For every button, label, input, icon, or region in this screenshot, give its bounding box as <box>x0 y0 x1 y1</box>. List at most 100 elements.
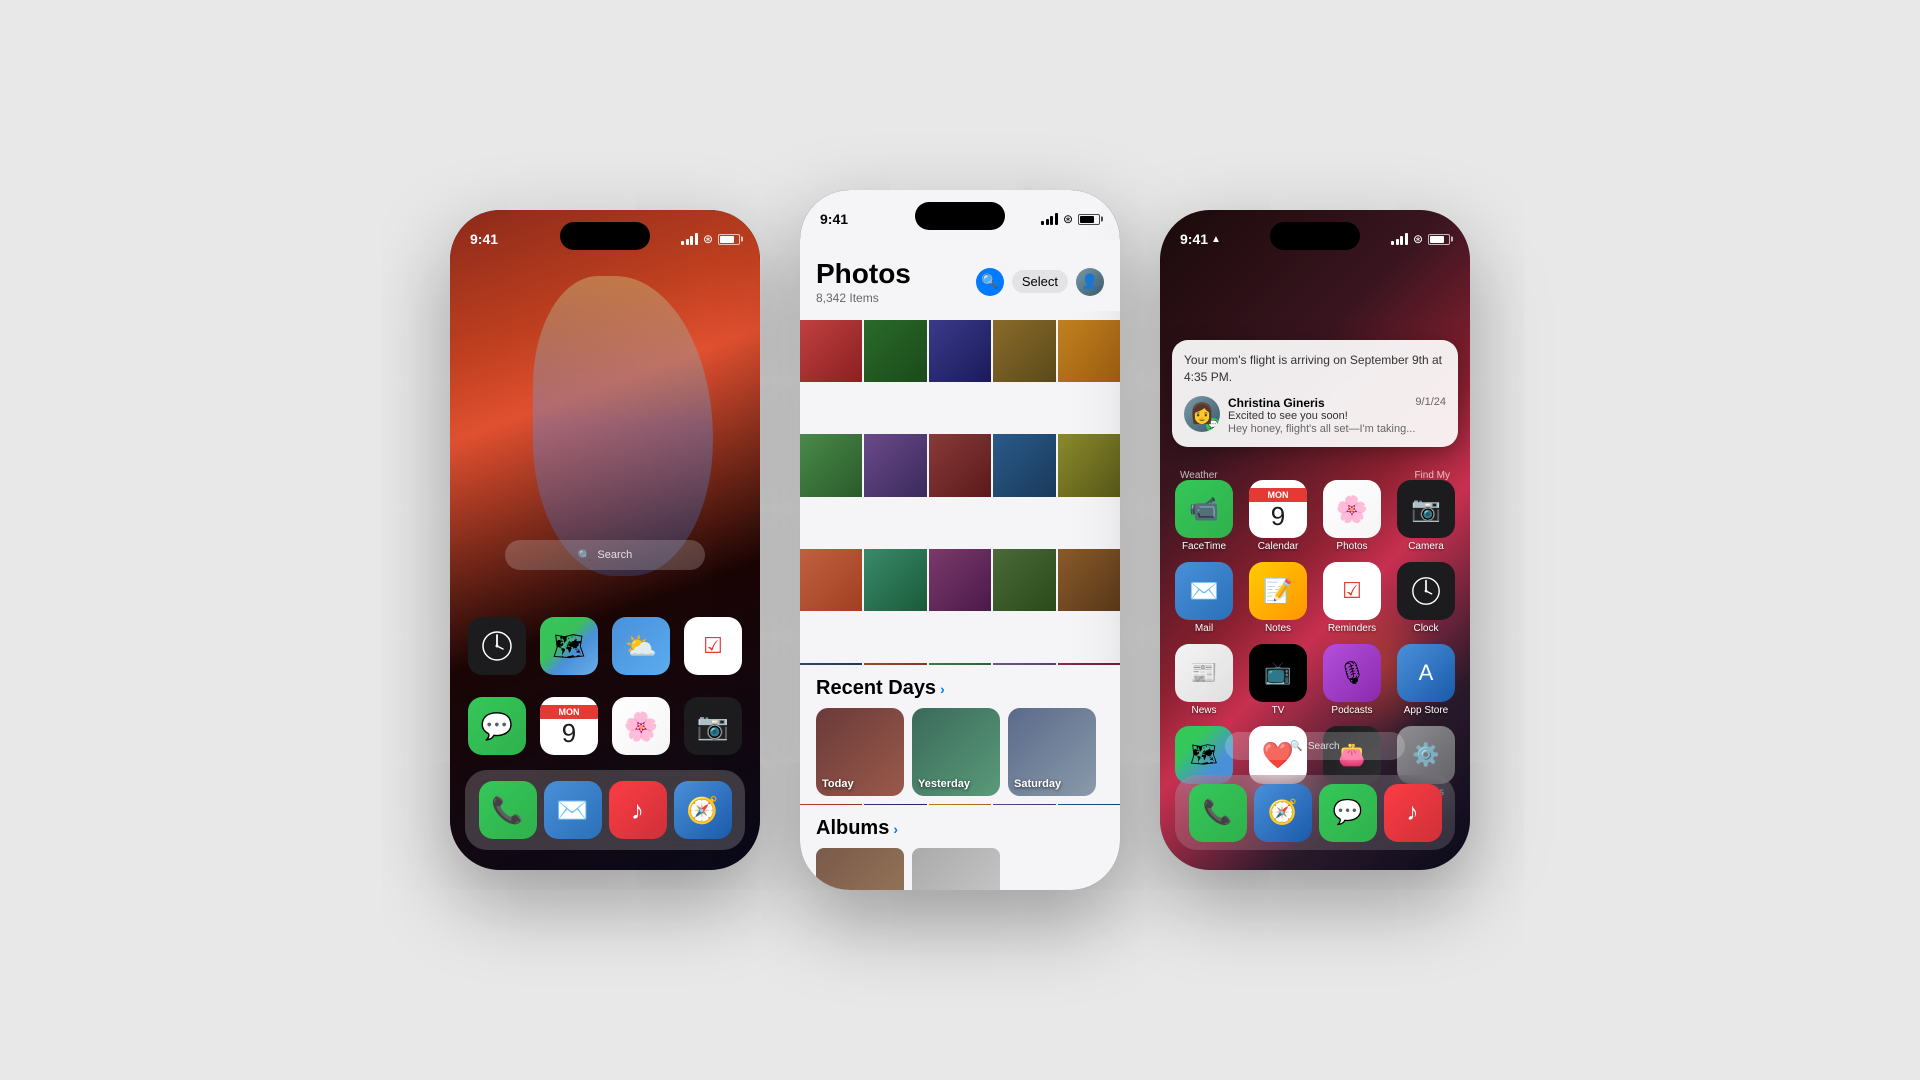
dock-phone[interactable]: 📞 <box>479 781 537 839</box>
photo-thumb-15[interactable] <box>1058 549 1120 611</box>
p3-app-facetime[interactable]: 📹 FaceTime <box>1172 480 1236 552</box>
p3-calendar-num: 9 <box>1271 502 1285 531</box>
p3-app-notes[interactable]: 📝 Notes <box>1246 562 1310 634</box>
photos-item-count: 8,342 Items <box>816 291 911 305</box>
app-cell-photos[interactable]: 🌸 <box>609 697 673 755</box>
p3-icon-clock[interactable] <box>1397 562 1455 620</box>
app-icon-messages[interactable]: 💬 <box>468 697 526 755</box>
app-cell-calendar[interactable]: MON 9 <box>537 697 601 755</box>
photo-thumb-14[interactable] <box>993 549 1055 611</box>
p3-app-tv[interactable]: 📺 TV <box>1246 644 1310 716</box>
p3-dock-phone-icon[interactable]: 📞 <box>1189 784 1247 842</box>
album-item-2[interactable]: B... <box>912 848 1000 890</box>
photo-thumb-2[interactable] <box>864 320 926 382</box>
p3-app-calendar[interactable]: MON 9 Calendar <box>1246 480 1310 552</box>
p3-dock-music-icon[interactable]: ♪ <box>1384 784 1442 842</box>
app-icon-reminders[interactable]: ☑ <box>684 617 742 675</box>
photo-thumb-13[interactable] <box>929 549 991 611</box>
album-thumb-1[interactable] <box>816 848 904 890</box>
photo-thumb-7[interactable] <box>864 434 926 496</box>
p3-icon-photos[interactable]: 🌸 <box>1323 480 1381 538</box>
photo-thumb-12[interactable] <box>864 549 926 611</box>
day-label-yesterday: Yesterday <box>918 778 970 790</box>
app-cell-messages[interactable]: 💬 <box>465 697 529 755</box>
p3-icon-mail[interactable]: ✉️ <box>1175 562 1233 620</box>
phone3-search-bar[interactable]: 🔍 Search <box>1225 732 1405 760</box>
app-icon-weather[interactable]: ⛅ <box>612 617 670 675</box>
app-icon-maps[interactable]: 🗺 <box>540 617 598 675</box>
p3-dock-phone[interactable]: 📞 <box>1189 784 1247 842</box>
p3-icon-calendar[interactable]: MON 9 <box>1249 480 1307 538</box>
dock-safari[interactable]: 🧭 <box>674 781 732 839</box>
photo-thumb-3[interactable] <box>929 320 991 382</box>
app-icon-calendar[interactable]: MON 9 <box>540 697 598 755</box>
p3-icon-tv[interactable]: 📺 <box>1249 644 1307 702</box>
app-icon-clock[interactable] <box>468 617 526 675</box>
app-icon-camera[interactable]: 📷 <box>684 697 742 755</box>
dock-safari-icon[interactable]: 🧭 <box>674 781 732 839</box>
p3-podcasts-icon: 🎙 <box>1338 660 1366 686</box>
app-cell-weather[interactable]: ⛅ <box>609 617 673 675</box>
day-thumb-yesterday[interactable]: Yesterday <box>912 708 1000 796</box>
photo-thumb-5[interactable] <box>1058 320 1120 382</box>
photos-search-button[interactable]: 🔍 <box>976 268 1004 296</box>
dock-music-icon[interactable]: ♪ <box>609 781 667 839</box>
p3-app-podcasts[interactable]: 🎙 Podcasts <box>1320 644 1384 716</box>
notification-card[interactable]: Your mom's flight is arriving on Septemb… <box>1172 340 1458 447</box>
app-cell-reminders[interactable]: ☑ <box>681 617 745 675</box>
p3-icon-facetime[interactable]: 📹 <box>1175 480 1233 538</box>
albums-chevron: › <box>893 821 898 837</box>
p3-dock-safari-icon[interactable]: 🧭 <box>1254 784 1312 842</box>
p3-icon-reminders[interactable]: ☑ <box>1323 562 1381 620</box>
app-cell-clock[interactable] <box>465 617 529 675</box>
photo-thumb-6[interactable] <box>800 434 862 496</box>
photo-thumb-11[interactable] <box>800 549 862 611</box>
album-thumb-2[interactable] <box>912 848 1000 890</box>
photo-thumb-10[interactable] <box>1058 434 1120 496</box>
p3-notes-icon: 📝 <box>1263 577 1293 606</box>
notification-header: Christina Gineris 9/1/24 <box>1228 396 1446 410</box>
phone2-time: 9:41 <box>820 211 848 227</box>
p3-icon-news[interactable]: 📰 <box>1175 644 1233 702</box>
p3-dock-messages-icon[interactable]: 💬 <box>1319 784 1377 842</box>
notification-date: 9/1/24 <box>1415 396 1446 410</box>
p3-app-photos[interactable]: 🌸 Photos <box>1320 480 1384 552</box>
p3-icon-appstore[interactable]: A <box>1397 644 1455 702</box>
p3-app-mail[interactable]: ✉️ Mail <box>1172 562 1236 634</box>
recent-days-title[interactable]: Recent Days › <box>816 677 1104 700</box>
p3-icon-camera[interactable]: 📷 <box>1397 480 1455 538</box>
p3-app-news[interactable]: 📰 News <box>1172 644 1236 716</box>
p3-dock-safari[interactable]: 🧭 <box>1254 784 1312 842</box>
photo-thumb-8[interactable] <box>929 434 991 496</box>
p3-icon-notes[interactable]: 📝 <box>1249 562 1307 620</box>
photos-user-avatar[interactable]: 👤 <box>1076 268 1104 296</box>
dock-mail[interactable]: ✉️ <box>544 781 602 839</box>
p3-label-notes: Notes <box>1265 623 1291 634</box>
photos-icon: 🌸 <box>624 710 659 743</box>
p3-app-reminders[interactable]: ☑ Reminders <box>1320 562 1384 634</box>
app-icon-photos[interactable]: 🌸 <box>612 697 670 755</box>
p3-app-appstore[interactable]: A App Store <box>1394 644 1458 716</box>
p3-dock-messages[interactable]: 💬 <box>1319 784 1377 842</box>
album-item-1[interactable]: Family Weekend <box>816 848 904 890</box>
day-thumb-today[interactable]: Today <box>816 708 904 796</box>
p3-dock-music[interactable]: ♪ <box>1384 784 1442 842</box>
p3-messages-dock-icon: 💬 <box>1333 798 1363 827</box>
p3-icon-podcasts[interactable]: 🎙 <box>1323 644 1381 702</box>
day-thumb-saturday[interactable]: Saturday <box>1008 708 1096 796</box>
p3-app-camera[interactable]: 📷 Camera <box>1394 480 1458 552</box>
dock-music[interactable]: ♪ <box>609 781 667 839</box>
photo-thumb-9[interactable] <box>993 434 1055 496</box>
p3-app-clock[interactable]: Clock <box>1394 562 1458 634</box>
photo-thumb-4[interactable] <box>993 320 1055 382</box>
app-cell-maps[interactable]: 🗺 <box>537 617 601 675</box>
p3-label-photos: Photos <box>1336 541 1367 552</box>
dock-mail-icon[interactable]: ✉️ <box>544 781 602 839</box>
photo-thumb-1[interactable] <box>800 320 862 382</box>
photos-select-button[interactable]: Select <box>1012 270 1068 293</box>
p3-label-calendar: Calendar <box>1258 541 1299 552</box>
app-cell-camera[interactable]: 📷 <box>681 697 745 755</box>
dock-phone-icon[interactable]: 📞 <box>479 781 537 839</box>
phone1-search-bar[interactable]: 🔍 Search <box>505 540 705 570</box>
albums-title[interactable]: Albums › <box>816 817 1104 840</box>
